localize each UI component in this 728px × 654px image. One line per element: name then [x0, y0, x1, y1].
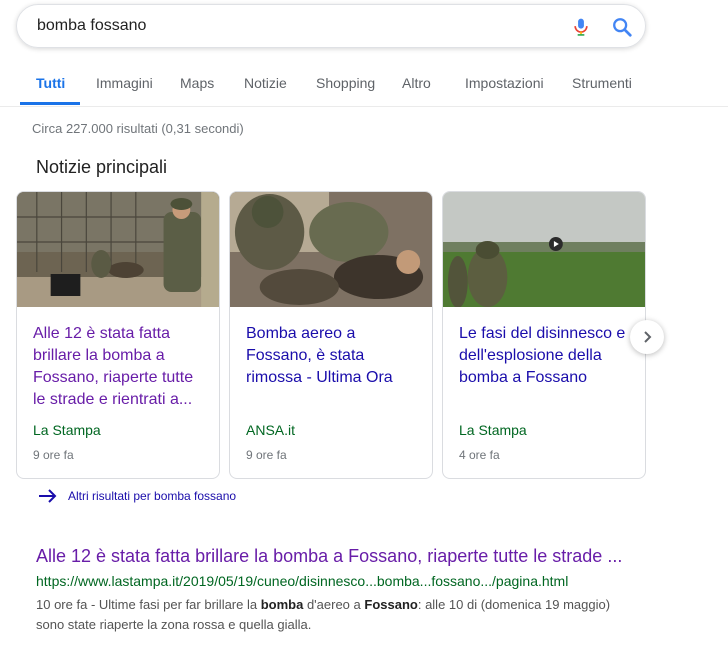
active-tab-indicator — [20, 102, 80, 105]
snippet-text: d'aereo a — [303, 597, 365, 612]
search-tabs: Tutti Immagini Maps Notizie Shopping Alt… — [0, 60, 728, 107]
news-card-source: La Stampa — [33, 422, 101, 438]
news-card[interactable]: Le fasi del disinnesco e dell'esplosione… — [442, 191, 646, 479]
news-card-time: 4 ore fa — [459, 448, 500, 462]
carousel-next-button[interactable] — [630, 320, 664, 354]
top-stories-heading: Notizie principali — [36, 157, 168, 177]
search-bar: bomba fossano — [16, 4, 646, 48]
snippet-text: - Ultime fasi per far brillare la — [87, 597, 261, 612]
tab-altro[interactable]: Altro — [402, 60, 431, 104]
more-results-label[interactable]: Altri risultati per bomba fossano — [68, 489, 236, 503]
result-stats: Circa 227.000 risultati (0,31 secondi) — [32, 121, 244, 136]
snippet-highlight: Fossano — [364, 597, 418, 612]
result-url: https://www.lastampa.it/2019/05/19/cuneo… — [36, 573, 569, 589]
search-input[interactable]: bomba fossano — [37, 5, 537, 47]
news-card-title[interactable]: Bomba aereo a Fossano, è stata rimossa -… — [246, 323, 422, 389]
news-card-title[interactable]: Le fasi del disinnesco e dell'esplosione… — [459, 323, 635, 389]
tab-notizie[interactable]: Notizie — [244, 60, 287, 104]
tab-maps[interactable]: Maps — [180, 60, 214, 104]
result-title-link[interactable]: Alle 12 è stata fatta brillare la bomba … — [36, 546, 622, 567]
snippet-highlight: bomba — [260, 597, 304, 612]
tab-impostazioni[interactable]: Impostazioni — [465, 60, 544, 104]
microphone-icon[interactable] — [571, 17, 591, 37]
tab-strumenti[interactable]: Strumenti — [572, 60, 632, 104]
result-snippet: 10 ore fa - Ultime fasi per far brillare… — [36, 595, 636, 635]
snippet-date: 10 ore fa — [36, 597, 88, 612]
news-thumbnail — [443, 192, 645, 307]
news-thumbnail — [230, 192, 432, 307]
news-card[interactable]: Alle 12 è stata fatta brillare la bomba … — [16, 191, 220, 479]
chevron-right-icon — [644, 331, 652, 343]
search-icon[interactable] — [611, 16, 633, 38]
tab-tutti[interactable]: Tutti — [36, 60, 65, 104]
news-card-title[interactable]: Alle 12 è stata fatta brillare la bomba … — [33, 323, 209, 411]
tab-shopping[interactable]: Shopping — [316, 60, 375, 104]
tab-immagini[interactable]: Immagini — [96, 60, 153, 104]
news-card-time: 9 ore fa — [246, 448, 287, 462]
news-card-source: La Stampa — [459, 422, 527, 438]
news-card[interactable]: Bomba aereo a Fossano, è stata rimossa -… — [229, 191, 433, 479]
news-thumbnail — [17, 192, 219, 307]
news-card-source: ANSA.it — [246, 422, 296, 438]
arrow-right-icon — [39, 489, 57, 503]
news-card-time: 9 ore fa — [33, 448, 74, 462]
